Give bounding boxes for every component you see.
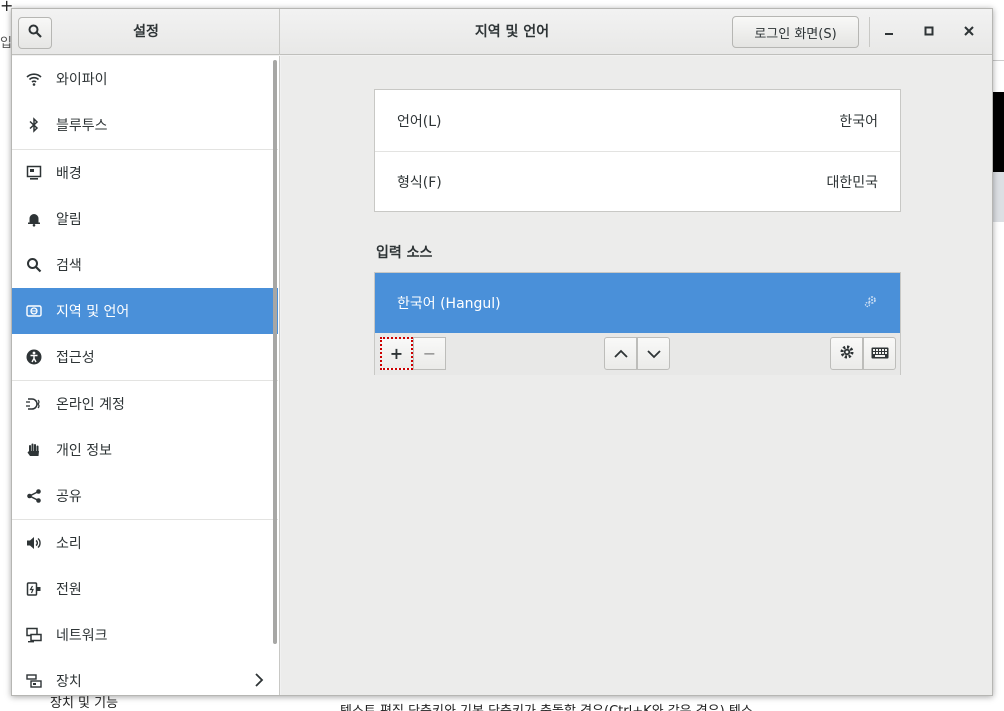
sidebar-item-accessibility[interactable]: 접근성 bbox=[12, 334, 278, 380]
maximize-button[interactable] bbox=[918, 21, 940, 43]
keyboard-icon bbox=[871, 344, 889, 363]
format-value: 대한민국 bbox=[826, 175, 878, 191]
titlebar-separator bbox=[869, 17, 870, 47]
sidebar-item-wifi[interactable]: 와이파이 bbox=[12, 56, 278, 102]
sidebar-item-label: 블루투스 bbox=[56, 118, 108, 134]
settings-title: 설정 bbox=[133, 24, 159, 40]
sidebar-item-label: 지역 및 언어 bbox=[56, 304, 130, 320]
sidebar-item-label: 검색 bbox=[56, 258, 82, 274]
sidebar-item-search[interactable]: 검색 bbox=[12, 242, 278, 288]
sidebar-item-background[interactable]: 배경 bbox=[12, 150, 278, 196]
sidebar-item-sound[interactable]: 소리 bbox=[12, 520, 278, 566]
move-up-button[interactable] bbox=[604, 337, 637, 370]
chevron-up-icon bbox=[613, 344, 628, 363]
bluetooth-icon bbox=[26, 117, 42, 133]
online-accounts-icon bbox=[26, 396, 42, 412]
sidebar-item-label: 온라인 계정 bbox=[56, 397, 125, 413]
sidebar-item-label: 네트워크 bbox=[56, 628, 108, 644]
sidebar-item-online-accounts[interactable]: 온라인 계정 bbox=[12, 381, 278, 427]
power-icon bbox=[26, 581, 42, 597]
sidebar-item-devices[interactable]: 장치 bbox=[12, 658, 278, 695]
privacy-hand-icon bbox=[26, 442, 42, 458]
remove-input-source-button[interactable]: − bbox=[413, 337, 446, 370]
background-bottom-text: 텍스트 편집 단축키와 기본 단축키가 충돌할 경우(Ctrl+K와 같은 경우… bbox=[340, 700, 753, 711]
sidebar-item-bluetooth[interactable]: 블루투스 bbox=[12, 102, 278, 148]
close-icon bbox=[964, 24, 974, 40]
input-source-label: 한국어 (Hangul) bbox=[397, 296, 501, 312]
chevron-right-icon bbox=[254, 671, 264, 692]
region-language-panel: 언어(L) 한국어 형식(F) 대한민국 입력 소스 한국어 (Hangul) … bbox=[281, 56, 992, 695]
settings-window: 설정 지역 및 언어 로그인 화면(S) 와이파이 블루투스 배경 알림 검색 … bbox=[11, 8, 993, 696]
network-icon bbox=[26, 627, 42, 643]
page-title: 지역 및 언어 bbox=[474, 24, 550, 40]
share-icon bbox=[26, 488, 42, 504]
format-row[interactable]: 형식(F) 대한민국 bbox=[375, 151, 900, 212]
sidebar-scrollbar[interactable] bbox=[273, 60, 277, 644]
speaker-icon bbox=[26, 535, 42, 551]
sidebar-item-sharing[interactable]: 공유 bbox=[12, 473, 278, 519]
search-button[interactable] bbox=[18, 17, 52, 49]
close-button[interactable] bbox=[958, 21, 980, 43]
sidebar-item-network[interactable]: 네트워크 bbox=[12, 612, 278, 658]
sidebar-item-notifications[interactable]: 알림 bbox=[12, 196, 278, 242]
sidebar-item-power[interactable]: 전원 bbox=[12, 566, 278, 612]
show-keyboard-layout-button[interactable] bbox=[863, 337, 896, 370]
format-label: 형식(F) bbox=[397, 175, 442, 191]
background-icon bbox=[26, 165, 42, 181]
input-sources-toolbar: + − bbox=[375, 333, 900, 375]
input-source-options-button[interactable] bbox=[830, 337, 863, 370]
add-input-source-button[interactable]: + bbox=[380, 337, 413, 370]
titlebar-left-pane: 설정 bbox=[12, 9, 280, 55]
input-source-settings-icon[interactable] bbox=[864, 294, 878, 312]
bell-icon bbox=[26, 211, 42, 227]
chevron-down-icon bbox=[646, 344, 661, 363]
sidebar-item-label: 공유 bbox=[56, 489, 82, 505]
input-sources-title: 입력 소스 bbox=[376, 245, 433, 261]
language-label: 언어(L) bbox=[397, 113, 442, 130]
login-screen-button[interactable]: 로그인 화면(S) bbox=[732, 16, 859, 48]
minimize-button[interactable] bbox=[878, 21, 900, 43]
region-icon bbox=[26, 303, 42, 319]
language-value: 한국어 bbox=[839, 113, 878, 130]
sidebar-item-label: 소리 bbox=[56, 536, 82, 552]
devices-icon bbox=[26, 673, 42, 689]
sidebar-item-label: 전원 bbox=[56, 582, 82, 598]
sidebar-item-privacy[interactable]: 개인 정보 bbox=[12, 427, 278, 473]
input-source-item[interactable]: 한국어 (Hangul) bbox=[375, 273, 900, 333]
search-icon bbox=[28, 24, 42, 42]
accessibility-icon bbox=[26, 349, 42, 365]
sidebar-item-label: 배경 bbox=[56, 166, 82, 182]
sidebar-item-label: 접근성 bbox=[56, 350, 95, 366]
sidebar-item-label: 와이파이 bbox=[56, 72, 108, 88]
sidebar-item-label: 알림 bbox=[56, 212, 82, 228]
sidebar-item-label: 장치 bbox=[56, 674, 82, 690]
language-row[interactable]: 언어(L) 한국어 bbox=[375, 90, 900, 151]
sidebar-item-label: 개인 정보 bbox=[56, 443, 112, 459]
sidebar: 와이파이 블루투스 배경 알림 검색 지역 및 언어 접근성 온라인 계정 개인… bbox=[12, 56, 280, 695]
language-format-box: 언어(L) 한국어 형식(F) 대한민국 bbox=[374, 89, 901, 212]
titlebar: 설정 지역 및 언어 로그인 화면(S) bbox=[12, 9, 992, 55]
move-down-button[interactable] bbox=[637, 337, 670, 370]
minimize-icon bbox=[884, 24, 894, 40]
input-sources-box: 한국어 (Hangul) + − bbox=[374, 272, 901, 375]
sidebar-item-region-language[interactable]: 지역 및 언어 bbox=[12, 288, 278, 334]
maximize-icon bbox=[924, 24, 934, 40]
wifi-icon bbox=[26, 71, 42, 87]
search-icon bbox=[26, 257, 42, 273]
gear-icon bbox=[839, 344, 855, 364]
